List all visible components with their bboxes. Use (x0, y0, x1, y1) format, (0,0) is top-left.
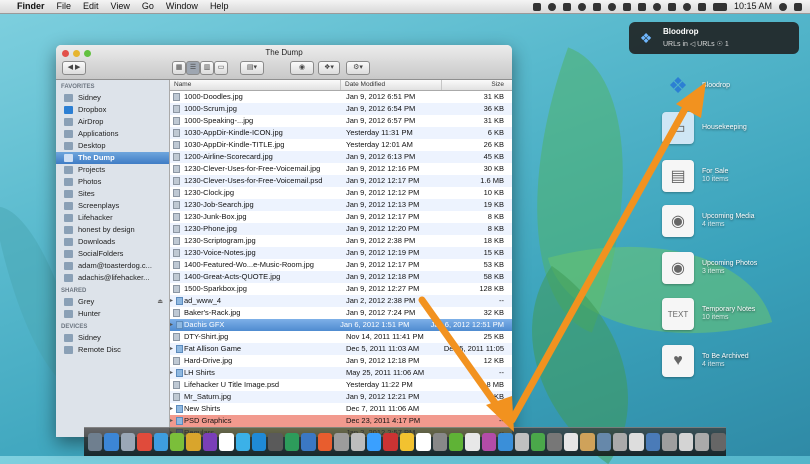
arrow-to-dock (418, 296, 504, 414)
annotation-arrows (418, 82, 706, 432)
arrow-to-dropbox-folder (508, 96, 694, 424)
